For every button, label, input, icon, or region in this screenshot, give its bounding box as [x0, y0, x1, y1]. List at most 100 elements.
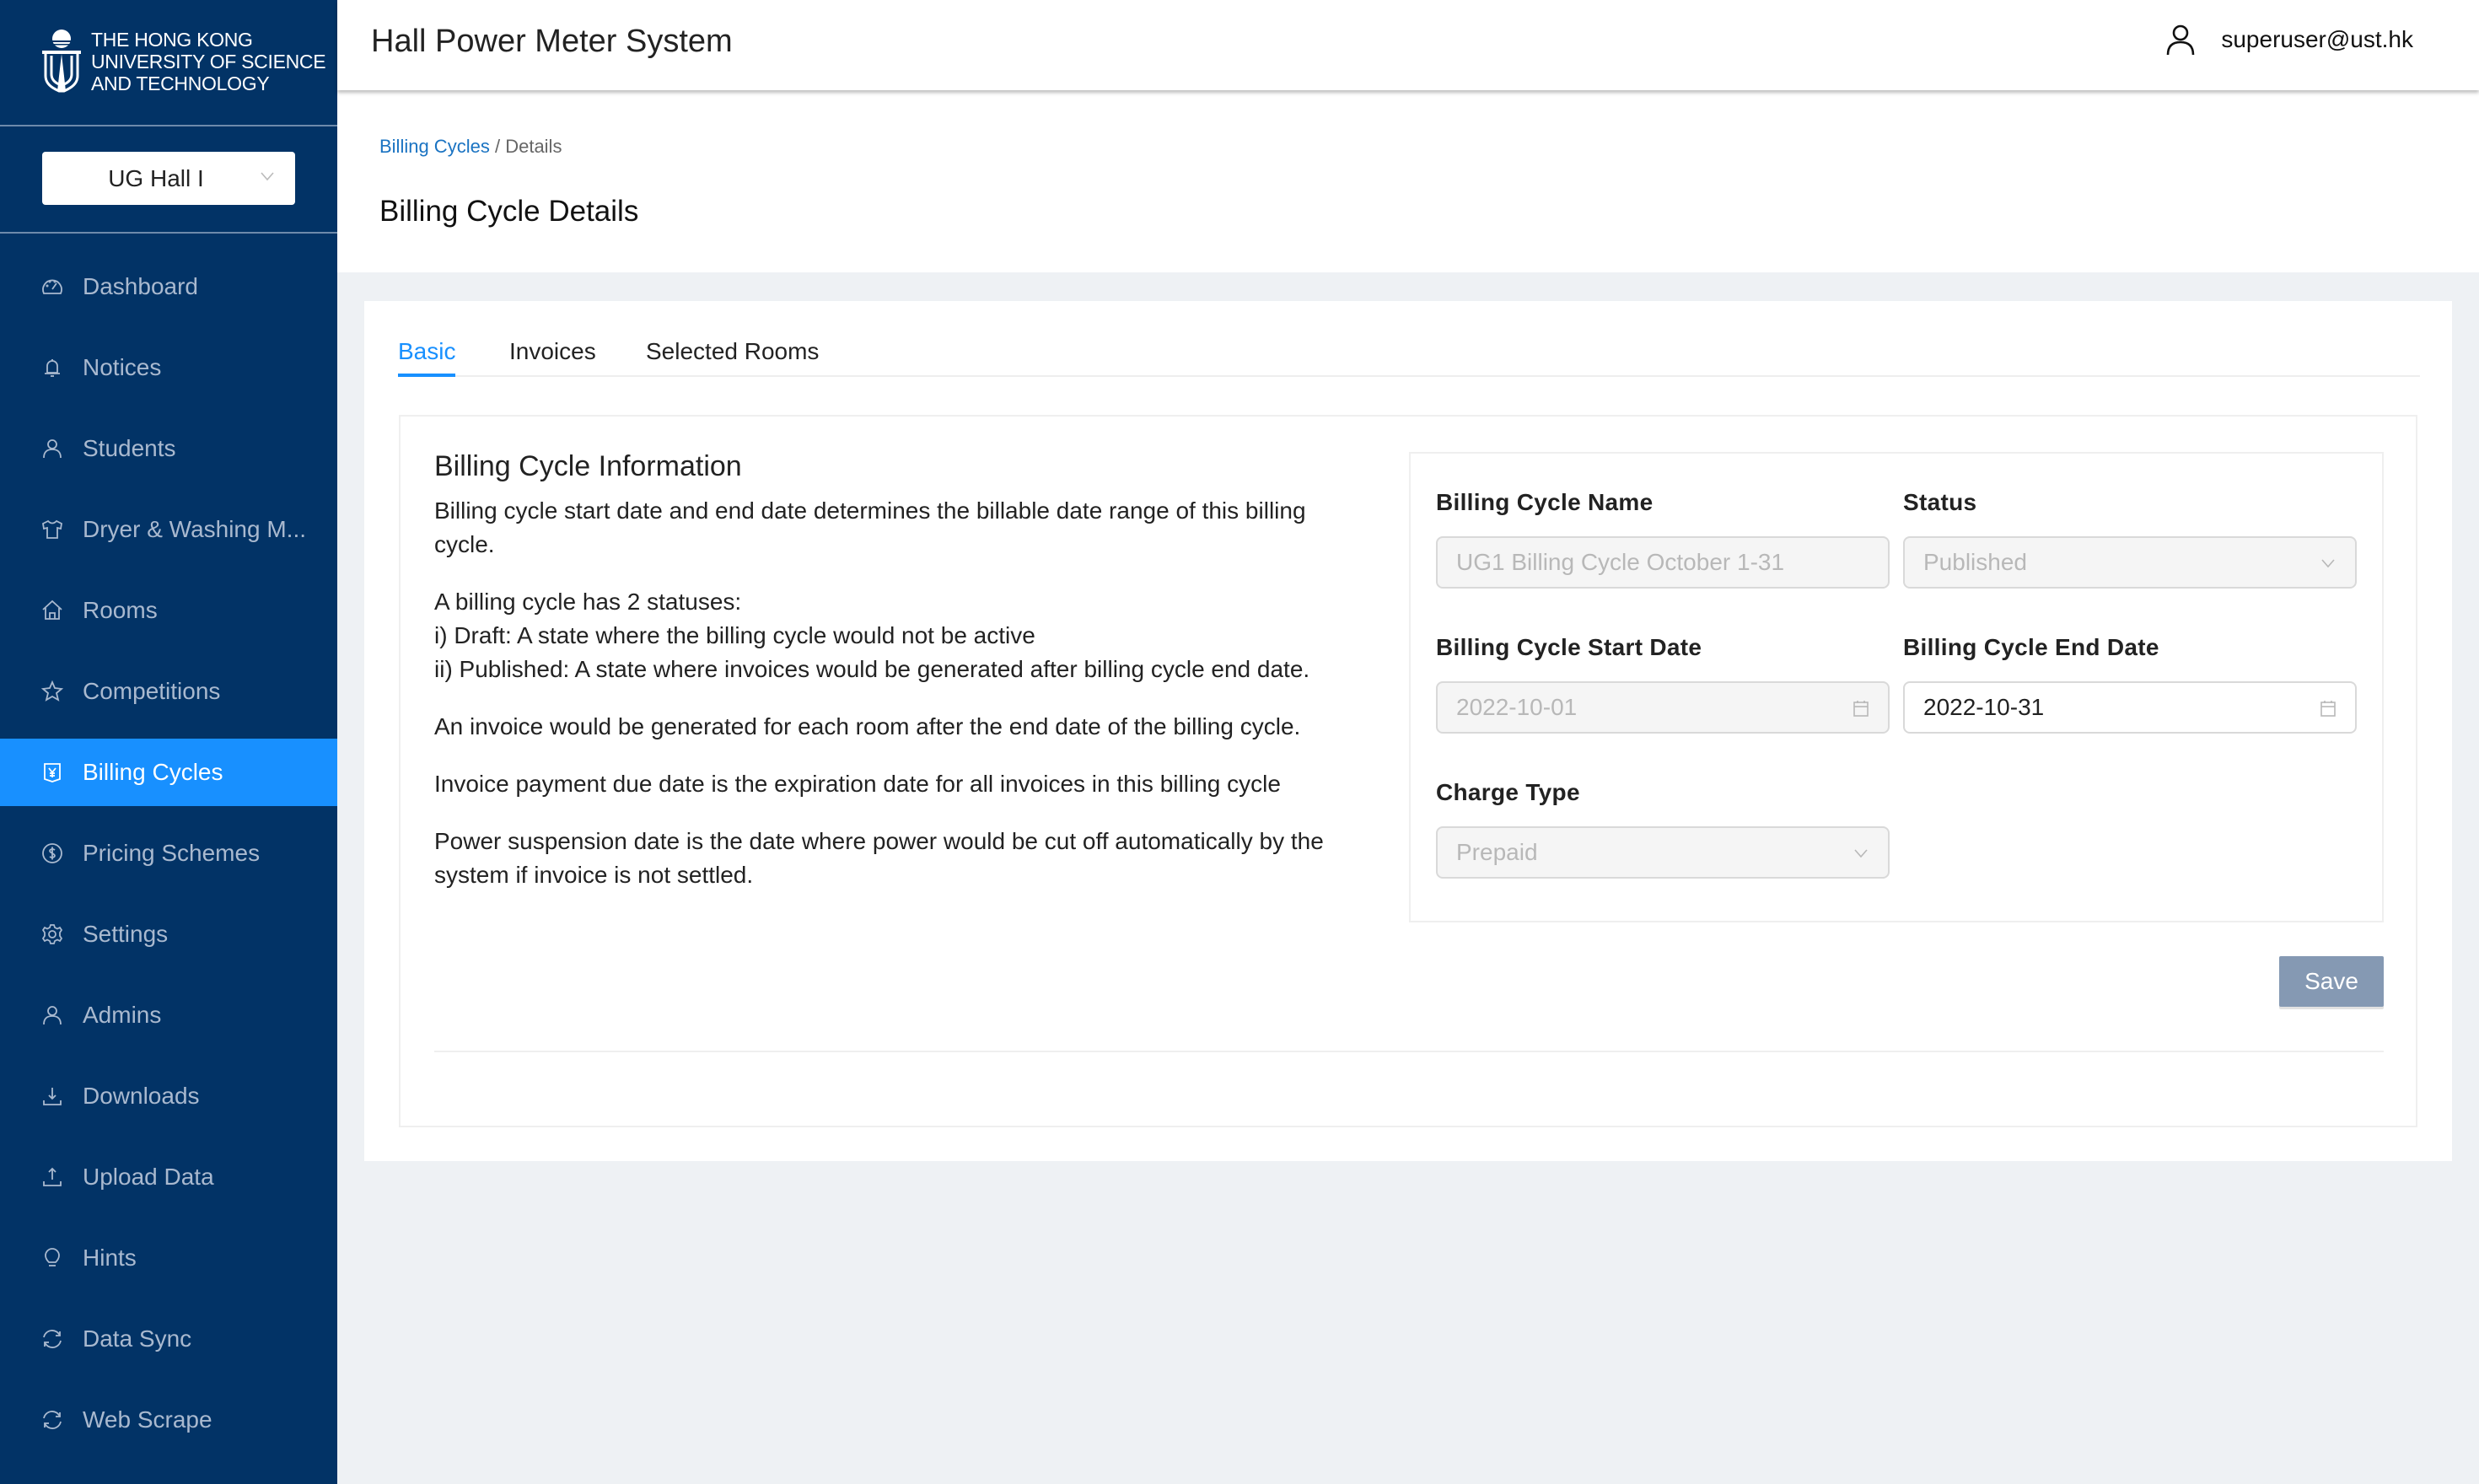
sidebar-item-competitions[interactable]: Competitions	[0, 651, 337, 732]
sidebar-item-label: Web Scrape	[83, 1406, 212, 1433]
sidebar-item-rooms[interactable]: Rooms	[0, 570, 337, 651]
tab-basic[interactable]: Basic	[398, 338, 456, 377]
chevron-down-icon	[261, 172, 274, 181]
logo-line-3: and Technology	[91, 73, 270, 94]
sidebar: The Hong Kong University of Science and …	[0, 0, 337, 1484]
sidebar-item-label: Upload Data	[83, 1164, 214, 1190]
sidebar-item-label: Settings	[83, 921, 169, 947]
billing-cycle-name-input[interactable]: UG1 Billing Cycle October 1-31	[1436, 536, 1890, 589]
user-icon	[40, 1003, 64, 1027]
hkust-logo: The Hong Kong University of Science and …	[40, 29, 326, 94]
charge-type-value: Prepaid	[1456, 839, 1538, 865]
breadcrumb: Billing Cycles / Details	[379, 136, 562, 158]
tab-selected-rooms[interactable]: Selected Rooms	[646, 338, 819, 377]
status-value: Published	[1923, 549, 2027, 575]
billing-cycle-form: Billing Cycle Name UG1 Billing Cycle Oct…	[1409, 452, 2384, 922]
end-date-label: Billing Cycle End Date	[1903, 634, 2159, 660]
page-title: Billing Cycle Details	[379, 195, 639, 228]
info-paragraph: A billing cycle has 2 statuses:	[434, 589, 742, 615]
star-icon	[40, 680, 64, 703]
info-paragraph: An invoice would be generated for each r…	[434, 713, 1301, 739]
name-label: Billing Cycle Name	[1436, 489, 1654, 515]
sidebar-divider	[0, 125, 337, 126]
breadcrumb-separator: /	[494, 136, 501, 157]
gear-icon	[40, 922, 64, 946]
sidebar-item-dashboard[interactable]: Dashboard	[0, 246, 337, 327]
hall-select-value: UG Hall I	[108, 164, 204, 191]
sidebar-item-label: Pricing Schemes	[83, 840, 261, 866]
user-icon	[40, 437, 64, 460]
tab-invoices[interactable]: Invoices	[509, 338, 596, 377]
breadcrumb-current: Details	[505, 136, 562, 157]
sidebar-item-admins[interactable]: Admins	[0, 975, 337, 1056]
billing-cycle-name-value: UG1 Billing Cycle October 1-31	[1456, 549, 1785, 575]
sidebar-item-pricing-schemes[interactable]: Pricing Schemes	[0, 813, 337, 894]
sidebar-item-downloads[interactable]: Downloads	[0, 1056, 337, 1137]
info-paragraph: Invoice payment due date is the expirati…	[434, 771, 1281, 797]
sidebar-item-label: Hints	[83, 1245, 137, 1271]
chevron-down-icon	[2318, 552, 2338, 573]
info-text: Billing cycle start date and end date de…	[434, 494, 1370, 916]
sync-icon	[40, 1408, 64, 1432]
app-title: Hall Power Meter System	[371, 24, 733, 59]
sidebar-item-label: Dashboard	[83, 273, 198, 299]
chevron-down-icon	[1851, 842, 1871, 863]
breadcrumb-billing-cycles-link[interactable]: Billing Cycles	[379, 136, 490, 157]
sidebar-item-data-sync[interactable]: Data Sync	[0, 1298, 337, 1379]
sidebar-item-upload-data[interactable]: Upload Data	[0, 1137, 337, 1218]
user-menu[interactable]: superuser@ust.hk	[2165, 24, 2413, 56]
charge-type-select[interactable]: Prepaid	[1436, 826, 1890, 879]
sidebar-item-students[interactable]: Students	[0, 408, 337, 489]
sidebar-item-label: Notices	[83, 354, 162, 380]
basic-panel: Billing Cycle Information Billing cycle …	[399, 415, 2417, 1127]
user-email: superuser@ust.hk	[2221, 26, 2413, 52]
billing-icon	[40, 761, 64, 784]
top-header: Hall Power Meter System superuser@ust.hk	[337, 0, 2479, 90]
end-date-value: 2022-10-31	[1923, 694, 2045, 720]
sidebar-item-label: Students	[83, 435, 176, 461]
logo-line-2: University of Science	[91, 51, 326, 73]
save-button[interactable]: Save	[2279, 956, 2384, 1007]
sidebar-item-label: Competitions	[83, 678, 221, 704]
start-date-value: 2022-10-01	[1456, 694, 1578, 720]
info-paragraph: Billing cycle start date and end date de…	[434, 497, 1306, 557]
hkust-emblem-icon	[42, 30, 81, 93]
sidebar-item-billing-cycles[interactable]: Billing Cycles	[0, 739, 337, 806]
charge-type-label: Charge Type	[1436, 779, 1580, 805]
sidebar-item-label: Rooms	[83, 597, 158, 623]
info-title: Billing Cycle Information	[434, 450, 742, 482]
sidebar-item-label: Dryer & Washing M...	[83, 516, 307, 542]
hall-select[interactable]: UG Hall I	[42, 152, 295, 205]
sidebar-item-hints[interactable]: Hints	[0, 1218, 337, 1298]
bulb-icon	[40, 1246, 64, 1270]
upload-icon	[40, 1165, 64, 1189]
content-card: Basic Invoices Selected Rooms Billing Cy…	[364, 301, 2452, 1161]
sidebar-item-settings[interactable]: Settings	[0, 894, 337, 975]
home-icon	[40, 599, 64, 622]
start-date-picker[interactable]: 2022-10-01	[1436, 681, 1890, 734]
sidebar-item-notices[interactable]: Notices	[0, 327, 337, 408]
status-label: Status	[1903, 489, 1977, 515]
info-paragraph: ii) Published: A state where invoices wo…	[434, 656, 1310, 682]
sidebar-item-label: Downloads	[83, 1083, 200, 1109]
status-select[interactable]: Published	[1903, 536, 2357, 589]
sync-icon	[40, 1327, 64, 1351]
sidebar-item-web-scrape[interactable]: Web Scrape	[0, 1379, 337, 1460]
sidebar-item-label: Admins	[83, 1002, 162, 1028]
download-icon	[40, 1084, 64, 1108]
bell-icon	[40, 356, 64, 379]
sidebar-item-dryer-washing[interactable]: Dryer & Washing M...	[0, 489, 337, 570]
start-date-label: Billing Cycle Start Date	[1436, 634, 1702, 660]
info-paragraph: i) Draft: A state where the billing cycl…	[434, 622, 1035, 648]
end-date-picker[interactable]: 2022-10-31	[1903, 681, 2357, 734]
sidebar-item-label: Billing Cycles	[83, 759, 223, 785]
calendar-icon	[1851, 697, 1871, 718]
logo-line-1: The Hong Kong	[91, 29, 253, 51]
sidebar-divider	[0, 232, 337, 234]
dollar-icon	[40, 841, 64, 865]
tab-bar: Basic Invoices Selected Rooms	[398, 326, 2420, 377]
sidebar-menu: Dashboard Notices Students Dryer & Washi…	[0, 246, 337, 1460]
logo-text: The Hong Kong University of Science and …	[91, 29, 326, 94]
info-paragraph: Power suspension date is the date where …	[434, 828, 1324, 888]
calendar-icon	[2318, 697, 2338, 718]
